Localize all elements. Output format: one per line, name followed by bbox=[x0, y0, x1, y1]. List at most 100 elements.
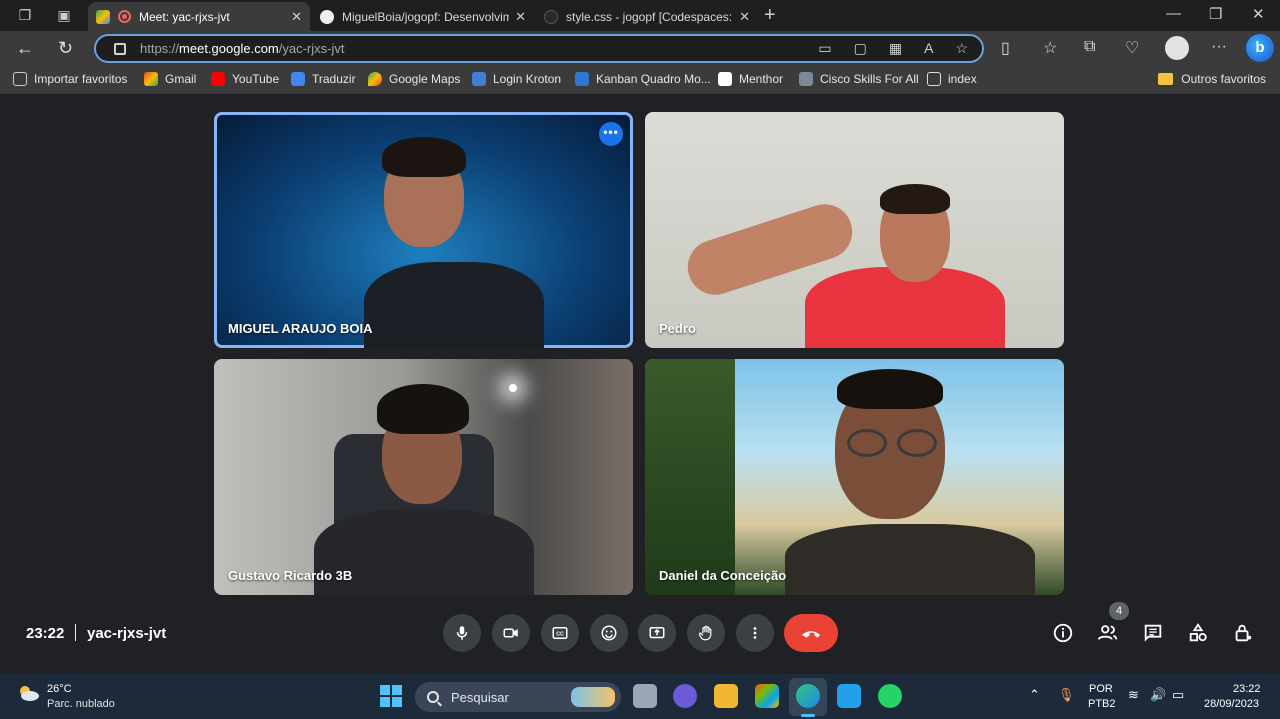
new-tab-button[interactable]: + bbox=[764, 4, 776, 27]
maps-pin-icon bbox=[368, 72, 382, 86]
bookmark-cisco[interactable]: Cisco Skills For All bbox=[799, 72, 919, 86]
url-host: meet.google.com bbox=[179, 41, 279, 56]
bing-copilot-icon[interactable]: b bbox=[1246, 34, 1274, 62]
system-time[interactable]: 23:22 bbox=[1233, 683, 1261, 695]
people-icon bbox=[1097, 625, 1118, 640]
edge-icon[interactable] bbox=[796, 684, 820, 708]
emoji-icon bbox=[601, 625, 617, 641]
search-highlight-icon bbox=[571, 687, 615, 707]
collections-icon[interactable]: ⧉ bbox=[1084, 38, 1095, 56]
participant-tile-gustavo[interactable]: Gustavo Ricardo 3B bbox=[214, 359, 633, 595]
cisco-icon bbox=[799, 72, 813, 86]
close-icon[interactable]: ✕ bbox=[739, 9, 750, 25]
lock-person-icon bbox=[1235, 624, 1252, 642]
people-button[interactable] bbox=[1095, 620, 1121, 646]
restore-icon[interactable]: ❐ bbox=[1209, 5, 1222, 23]
participant-name: Daniel da Conceição bbox=[659, 568, 787, 583]
bookmark-gmail[interactable]: Gmail bbox=[144, 72, 196, 86]
weather-temperature[interactable]: 26°C bbox=[47, 683, 72, 695]
browser-essentials-icon[interactable]: ♡ bbox=[1125, 38, 1139, 58]
reactions-button[interactable] bbox=[590, 614, 628, 652]
favorite-star-icon[interactable]: ☆ bbox=[955, 40, 968, 57]
workspaces-icon[interactable]: ❐ bbox=[16, 6, 34, 24]
more-options-button[interactable] bbox=[736, 614, 774, 652]
import-icon bbox=[13, 72, 27, 86]
address-bar[interactable]: https://meet.google.com/yac-rjxs-jvt ▭ ▢… bbox=[94, 34, 984, 63]
whatsapp-icon[interactable] bbox=[878, 684, 902, 708]
captions-button[interactable]: CC bbox=[541, 614, 579, 652]
camera-in-use-icon[interactable]: ▭ bbox=[818, 40, 831, 57]
microphone-icon bbox=[456, 626, 468, 640]
participant-tile-pedro[interactable]: Pedro bbox=[645, 112, 1064, 348]
bookmark-kroton[interactable]: Login Kroton bbox=[472, 72, 561, 86]
captions-icon: CC bbox=[552, 627, 568, 639]
tab-codespaces[interactable]: style.css - jogopf [Codespaces: p ✕ bbox=[536, 2, 758, 31]
file-explorer-icon[interactable] bbox=[714, 684, 738, 708]
other-favorites[interactable]: Outros favoritos bbox=[1158, 72, 1266, 86]
tab-actions-icon[interactable]: ▣ bbox=[55, 6, 73, 24]
volume-icon[interactable]: 🔊 bbox=[1150, 687, 1166, 703]
activities-button[interactable] bbox=[1185, 620, 1211, 646]
meeting-details-button[interactable] bbox=[1050, 620, 1076, 646]
chevron-up-icon[interactable]: ⌃ bbox=[1029, 687, 1040, 703]
bookmark-menthor[interactable]: Menthor bbox=[718, 72, 783, 86]
url-protocol: https:// bbox=[140, 41, 180, 56]
present-screen-button[interactable] bbox=[638, 614, 676, 652]
weather-description[interactable]: Parc. nublado bbox=[47, 698, 115, 710]
microphone-in-use-icon[interactable]: 🎙 bbox=[1058, 687, 1075, 703]
gmail-icon bbox=[144, 72, 158, 86]
bookmark-kanban[interactable]: Kanban Quadro Mo... bbox=[575, 72, 711, 86]
apps-icon[interactable]: ▦ bbox=[889, 40, 902, 57]
participant-tile-daniel[interactable]: Daniel da Conceição bbox=[645, 359, 1064, 595]
bookmark-translate[interactable]: Traduzir bbox=[291, 72, 356, 86]
tab-meet[interactable]: Meet: yac-rjxs-jvt ✕ bbox=[88, 2, 310, 31]
teams-chat-icon[interactable] bbox=[673, 684, 697, 708]
bookmark-import[interactable]: Importar favoritos bbox=[13, 72, 127, 86]
chat-button[interactable] bbox=[1140, 620, 1166, 646]
participant-name: Pedro bbox=[659, 321, 696, 336]
read-aloud-icon[interactable]: A bbox=[924, 40, 933, 57]
active-app-indicator bbox=[801, 714, 815, 717]
close-window-icon[interactable]: ✕ bbox=[1252, 5, 1265, 23]
minimize-icon[interactable]: — bbox=[1166, 5, 1181, 22]
participant-count-badge: 4 bbox=[1109, 602, 1129, 620]
raise-hand-button[interactable] bbox=[687, 614, 725, 652]
tab-github[interactable]: MiguelBoia/jogopf: Desenvolvim ✕ bbox=[312, 2, 534, 31]
partly-cloudy-icon[interactable] bbox=[16, 684, 40, 702]
lock-icon[interactable] bbox=[114, 42, 126, 55]
end-call-icon bbox=[802, 631, 820, 638]
close-icon[interactable]: ✕ bbox=[291, 9, 302, 25]
profile-avatar[interactable] bbox=[1165, 36, 1189, 60]
microphone-button[interactable] bbox=[443, 614, 481, 652]
battery-icon[interactable]: ▭ bbox=[1172, 687, 1184, 703]
close-icon[interactable]: ✕ bbox=[515, 9, 526, 25]
bookmark-index[interactable]: index bbox=[927, 72, 977, 86]
folder-icon bbox=[1158, 73, 1174, 85]
favorites-icon[interactable]: ☆ bbox=[1043, 38, 1057, 58]
participant-tile-miguel[interactable]: ••• MIGUEL ARAUJO BOIA bbox=[214, 112, 633, 348]
wifi-icon[interactable]: ≋ bbox=[1128, 687, 1139, 703]
meeting-code: yac-rjxs-jvt bbox=[87, 625, 167, 642]
bookmark-youtube[interactable]: YouTube bbox=[211, 72, 279, 86]
split-screen-icon[interactable]: ▯ bbox=[1001, 38, 1010, 58]
camera-button[interactable] bbox=[492, 614, 530, 652]
task-view-icon[interactable] bbox=[633, 684, 657, 708]
back-arrow-icon[interactable]: ← bbox=[16, 38, 34, 59]
start-button[interactable] bbox=[380, 685, 402, 707]
cast-icon[interactable]: ▢ bbox=[854, 40, 867, 57]
windows-logo-pane bbox=[392, 697, 402, 707]
kroton-icon bbox=[472, 72, 486, 86]
keyboard-layout[interactable]: PTB2 bbox=[1088, 698, 1116, 710]
system-date[interactable]: 28/09/2023 bbox=[1204, 698, 1259, 710]
more-options-button[interactable]: ••• bbox=[599, 122, 623, 146]
vscode-icon[interactable] bbox=[837, 684, 861, 708]
bookmark-maps[interactable]: Google Maps bbox=[368, 72, 460, 86]
leave-call-button[interactable] bbox=[784, 614, 838, 652]
refresh-icon[interactable]: ↻ bbox=[58, 38, 73, 59]
settings-more-icon[interactable]: ··· bbox=[1211, 38, 1227, 56]
host-controls-button[interactable] bbox=[1230, 620, 1256, 646]
language-indicator[interactable]: POR bbox=[1089, 683, 1113, 695]
taskbar-search[interactable]: Pesquisar bbox=[415, 682, 621, 712]
github-icon bbox=[544, 9, 558, 24]
microsoft-store-icon[interactable] bbox=[755, 684, 779, 708]
